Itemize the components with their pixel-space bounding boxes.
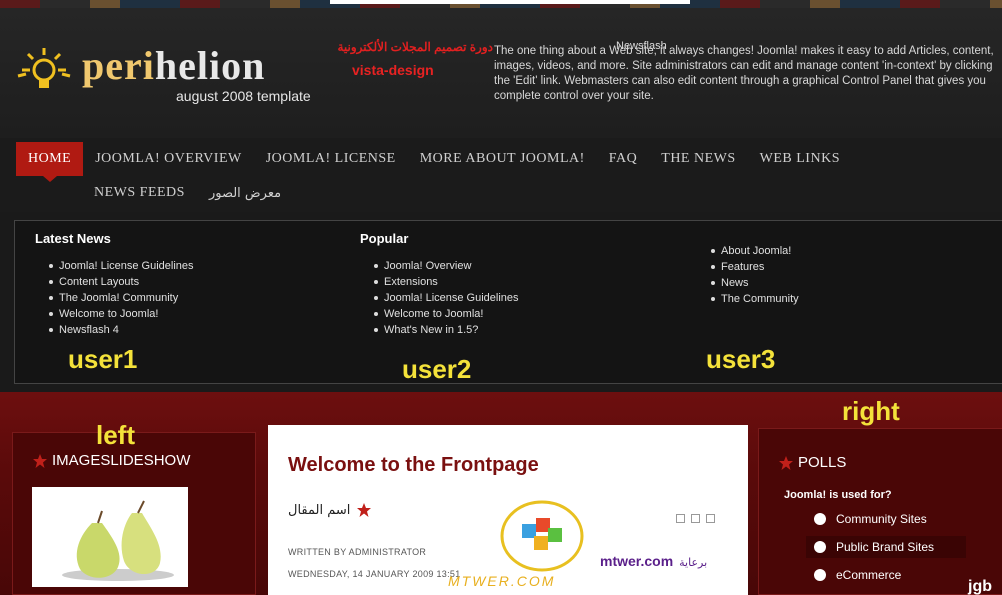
newsflash-label: Newsflash xyxy=(616,40,667,52)
user3-item[interactable]: News xyxy=(697,275,799,291)
print-icon[interactable] xyxy=(691,514,700,523)
poll-question: Joomla! is used for? xyxy=(784,489,892,501)
article-title[interactable]: اسم المقال xyxy=(288,502,372,518)
mtwer-watermark: MTWER.COM xyxy=(448,573,556,589)
poll-option[interactable]: Public Brand Sites xyxy=(806,536,966,558)
frontpage-title: Welcome to the Frontpage xyxy=(288,454,539,476)
brand-subtitle: august 2008 template xyxy=(176,88,311,104)
popular-heading: Popular xyxy=(360,231,409,246)
popular-item[interactable]: Welcome to Joomla! xyxy=(360,306,519,322)
latest-news-item[interactable]: Newsflash 4 xyxy=(35,322,194,338)
popular-list: Joomla! Overview Extensions Joomla! Lice… xyxy=(360,258,519,338)
latest-news-heading: Latest News xyxy=(35,231,111,246)
sponsor-arabic-text: برعاية xyxy=(679,556,708,569)
user3-position-label: user3 xyxy=(706,344,776,374)
brand-part-helion: helion xyxy=(154,43,266,88)
slideshow-image[interactable] xyxy=(32,487,188,587)
lightbulb-sun-icon xyxy=(17,48,71,88)
poll-option-label: Community Sites xyxy=(836,512,927,526)
sponsor-site-text: mtwer.com xyxy=(600,553,674,569)
pears-image xyxy=(62,500,174,581)
nav-web-links[interactable]: WEB LINKS xyxy=(748,151,852,167)
nav-more-about-joomla[interactable]: MORE ABOUT JOOMLA! xyxy=(408,151,597,167)
main-navigation: HOME JOOMLA! OVERVIEW JOOMLA! LICENSE MO… xyxy=(0,138,1002,212)
nav-row-1: HOME JOOMLA! OVERVIEW JOOMLA! LICENSE MO… xyxy=(16,142,852,182)
polls-title-text: POLLS xyxy=(798,454,847,471)
poll-option-label: eCommerce xyxy=(836,568,902,582)
brand-part-peri: peri xyxy=(82,43,155,88)
site-logo-text[interactable]: perihelion xyxy=(82,42,265,89)
nav-joomla-license[interactable]: JOOMLA! LICENSE xyxy=(254,151,408,167)
right-position-label: right xyxy=(842,396,900,426)
popular-item[interactable]: Joomla! Overview xyxy=(360,258,519,274)
user3-item[interactable]: Features xyxy=(697,259,799,275)
mtwer-logo-icon xyxy=(500,500,584,572)
arabic-course-title: دورة تصميم المجلات الألكترونية xyxy=(337,40,493,54)
user2-position-label: user2 xyxy=(402,354,472,384)
corner-logo: jgb xyxy=(968,578,992,595)
poll-option[interactable]: Community Sites xyxy=(806,508,966,530)
poll-option[interactable]: eCommerce xyxy=(806,564,966,586)
radio-button[interactable] xyxy=(814,513,826,525)
imageslideshow-title-text: IMAGESLIDESHOW xyxy=(52,452,191,469)
user-modules-panel: Latest News Joomla! License Guidelines C… xyxy=(14,220,1002,384)
latest-news-list: Joomla! License Guidelines Content Layou… xyxy=(35,258,194,338)
user3-item[interactable]: About Joomla! xyxy=(697,243,799,259)
nav-the-news[interactable]: THE NEWS xyxy=(649,151,747,167)
pdf-icon[interactable] xyxy=(676,514,685,523)
user1-module: Latest News Joomla! License Guidelines C… xyxy=(35,231,194,338)
article-tools xyxy=(676,514,715,523)
star-icon xyxy=(357,503,372,517)
popular-item[interactable]: Joomla! License Guidelines xyxy=(360,290,519,306)
nav-home[interactable]: HOME xyxy=(16,142,84,182)
user2-module: Popular Joomla! Overview Extensions Joom… xyxy=(360,231,519,338)
article-date: WEDNESDAY, 14 JANUARY 2009 13:51 xyxy=(288,569,461,579)
popular-item[interactable]: Extensions xyxy=(360,274,519,290)
radio-button[interactable] xyxy=(814,541,826,553)
latest-news-item[interactable]: Joomla! License Guidelines xyxy=(35,258,194,274)
popular-item[interactable]: What's New in 1.5? xyxy=(360,322,519,338)
user3-module: About Joomla! Features News The Communit… xyxy=(697,243,799,307)
star-icon xyxy=(33,453,47,468)
user3-item[interactable]: The Community xyxy=(697,291,799,307)
user3-list: About Joomla! Features News The Communit… xyxy=(697,243,799,307)
newsflash-text: The one thing about a Web site, it alway… xyxy=(494,45,994,102)
left-position-label: left xyxy=(96,420,135,450)
vista-design-label: vista-design xyxy=(352,62,434,78)
polls-title: POLLS xyxy=(778,454,846,471)
nav-joomla-overview[interactable]: JOOMLA! OVERVIEW xyxy=(83,151,253,167)
article-title-text: اسم المقال xyxy=(288,502,351,518)
nav-news-feeds[interactable]: NEWS FEEDS xyxy=(82,185,197,201)
user1-position-label: user1 xyxy=(68,344,138,374)
radio-button[interactable] xyxy=(814,569,826,581)
email-icon[interactable] xyxy=(706,514,715,523)
sponsor-label: mtwer.com برعاية xyxy=(600,553,707,569)
nav-faq[interactable]: FAQ xyxy=(597,151,649,167)
latest-news-item[interactable]: The Joomla! Community xyxy=(35,290,194,306)
imageslideshow-title: IMAGESLIDESHOW xyxy=(32,452,190,469)
latest-news-item[interactable]: Content Layouts xyxy=(35,274,194,290)
top-partial-banner xyxy=(330,0,690,4)
nav-image-gallery[interactable]: معرض الصور xyxy=(197,186,293,201)
article-author: WRITTEN BY ADMINISTRATOR xyxy=(288,547,427,557)
latest-news-item[interactable]: Welcome to Joomla! xyxy=(35,306,194,322)
poll-option-label: Public Brand Sites xyxy=(836,540,935,554)
nav-row-2: NEWS FEEDS معرض الصور xyxy=(82,182,293,204)
star-icon xyxy=(779,455,793,470)
